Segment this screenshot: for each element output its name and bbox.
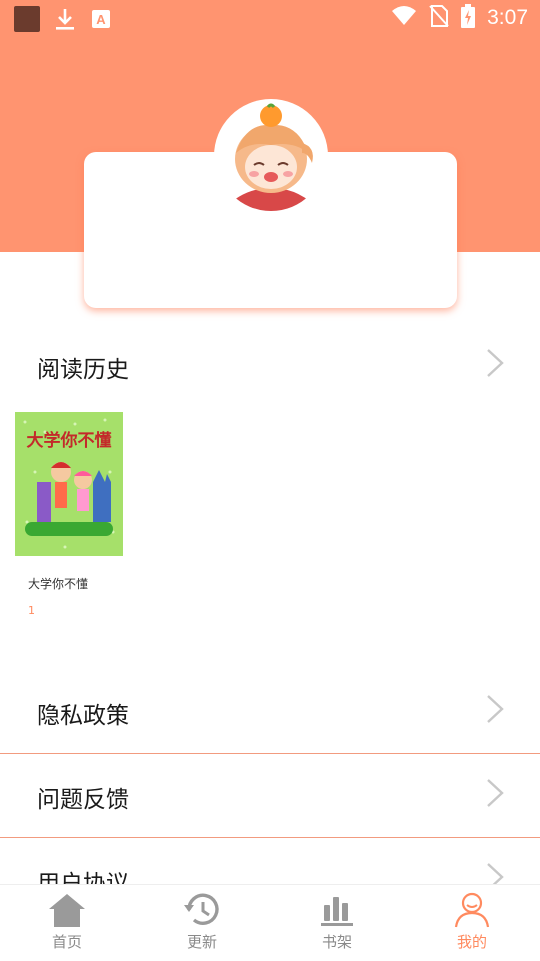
book-progress: 1 xyxy=(28,604,35,617)
status-time: 3:07 xyxy=(487,6,528,29)
wifi-icon xyxy=(391,5,417,31)
download-icon xyxy=(54,8,76,30)
svg-text:A: A xyxy=(96,12,106,27)
status-bar: A 3:07 xyxy=(0,0,540,36)
nav-label: 首页 xyxy=(51,933,82,951)
nav-mine[interactable]: 我的 xyxy=(427,891,517,957)
nav-label: 书架 xyxy=(321,933,352,951)
font-app-icon: A xyxy=(90,8,112,30)
menu-privacy-policy[interactable]: 隐私政策 xyxy=(0,670,540,754)
app-notification-icon xyxy=(14,6,40,32)
menu-item-label: 问题反馈 xyxy=(37,787,129,813)
menu-feedback[interactable]: 问题反馈 xyxy=(0,754,540,838)
reading-history-row[interactable]: 阅读历史 xyxy=(0,330,540,400)
no-sim-icon xyxy=(429,4,449,32)
nav-home[interactable]: 首页 xyxy=(22,891,112,957)
battery-charging-icon xyxy=(461,4,476,32)
menu-item-label: 隐私政策 xyxy=(37,703,129,729)
book-cover-title: 大学你不懂 xyxy=(27,430,112,451)
nav-update[interactable]: 更新 xyxy=(157,891,247,957)
nav-label: 我的 xyxy=(456,933,487,951)
bookshelf-icon xyxy=(321,897,353,926)
bottom-navigation: 首页 更新 书架 我的 xyxy=(0,884,540,961)
reading-history-title: 阅读历史 xyxy=(37,357,129,383)
history-icon xyxy=(184,893,219,925)
nav-bookshelf[interactable]: 书架 xyxy=(292,891,382,957)
chevron-right-icon xyxy=(487,695,504,723)
chevron-right-icon xyxy=(487,779,504,807)
home-icon xyxy=(49,894,85,927)
chevron-right-icon xyxy=(487,349,504,377)
avatar[interactable] xyxy=(216,101,326,211)
book-cover[interactable]: 大学你不懂 xyxy=(15,412,123,556)
book-title[interactable]: 大学你不懂 xyxy=(28,575,88,592)
nav-label: 更新 xyxy=(186,933,217,951)
user-icon xyxy=(454,892,490,928)
